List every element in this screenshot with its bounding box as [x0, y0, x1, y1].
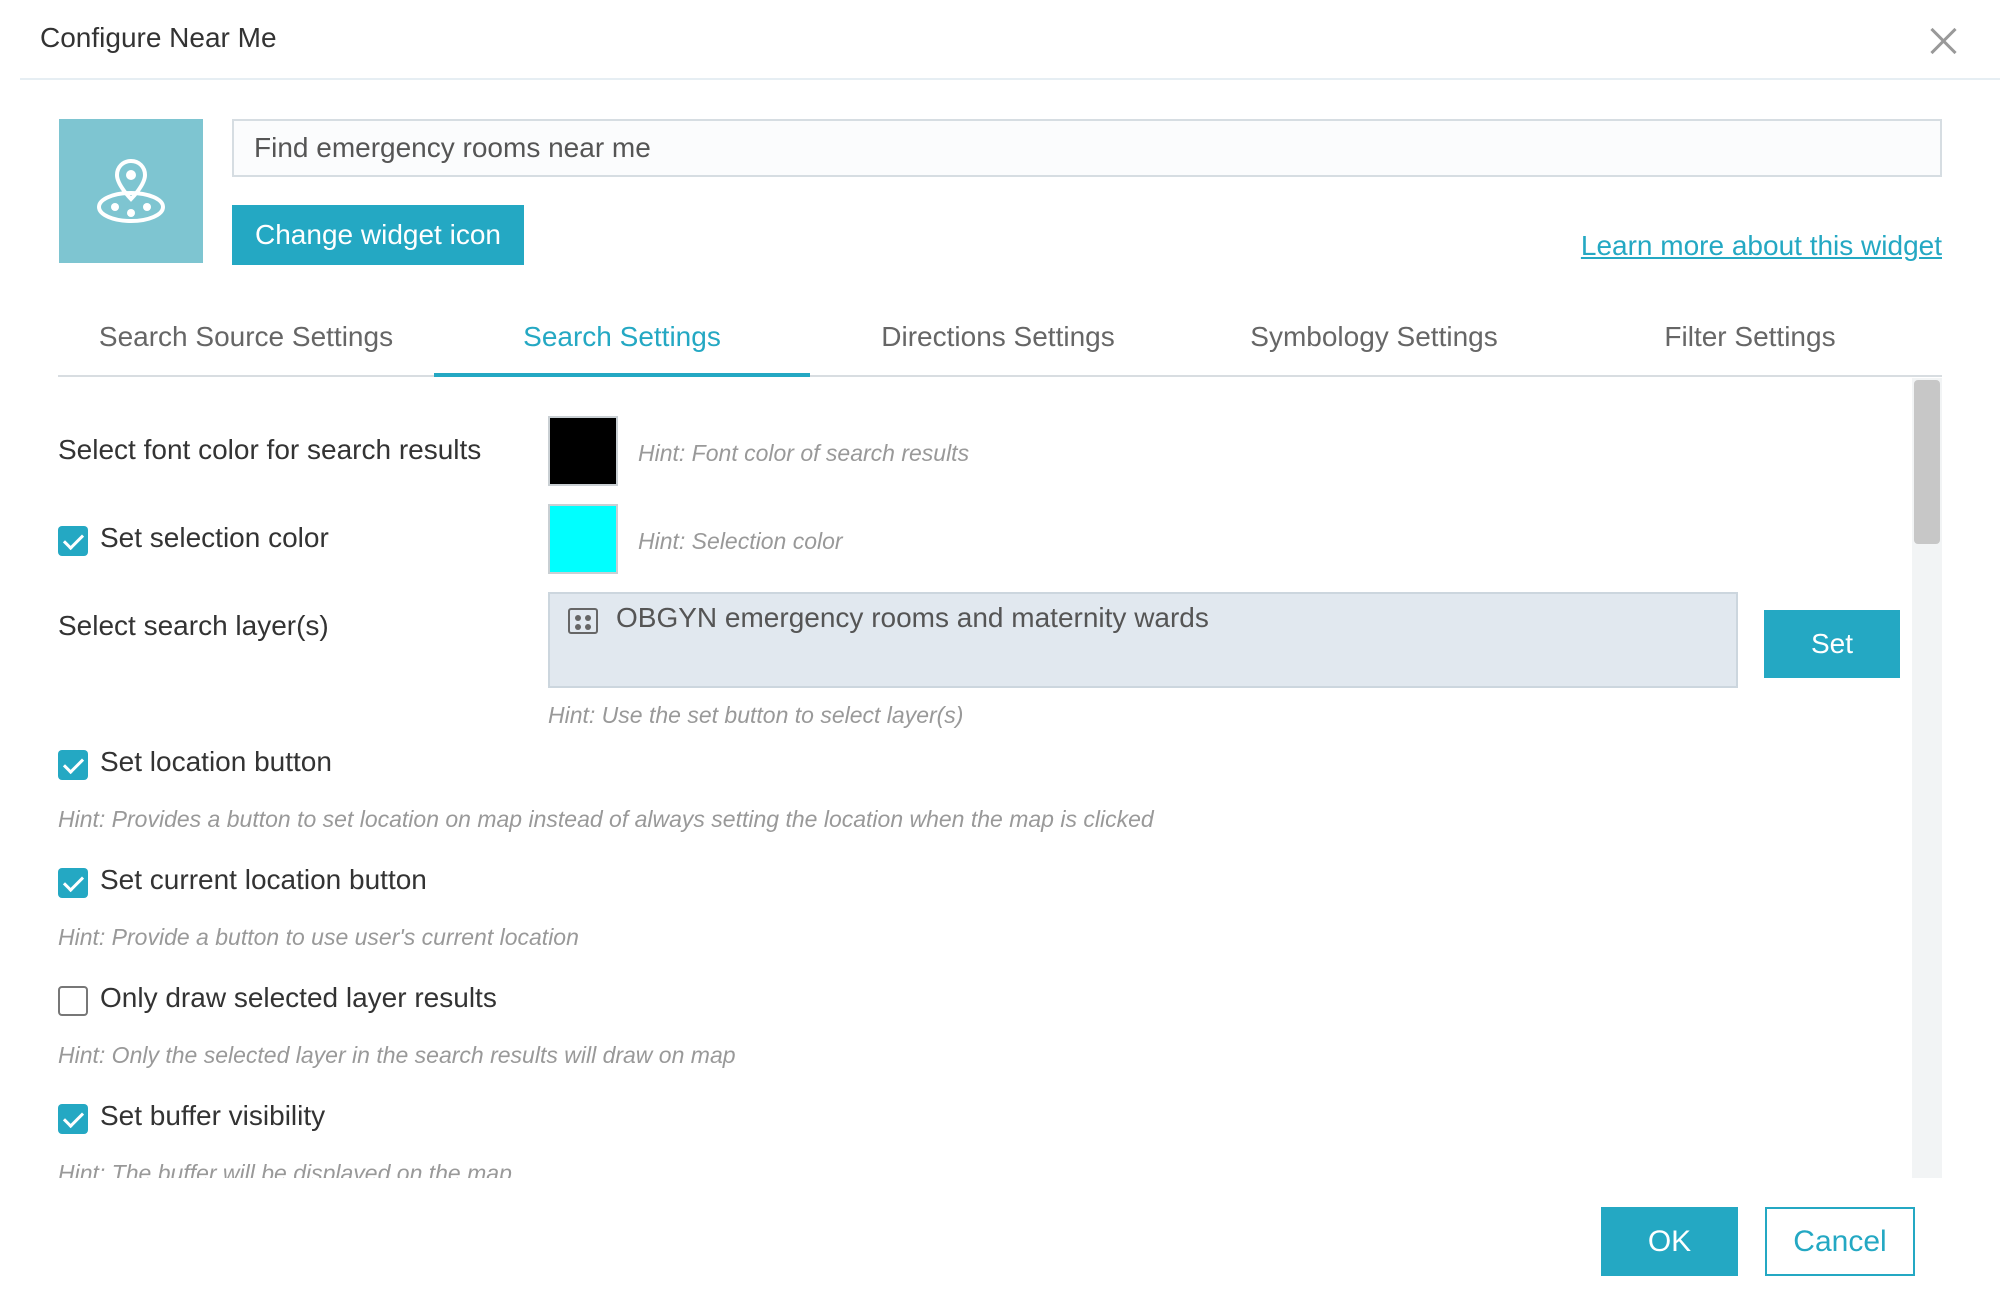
only-draw-selected-label: Only draw selected layer results — [100, 982, 497, 1013]
location-button-label: Set location button — [100, 746, 332, 777]
change-widget-icon-button[interactable]: Change widget icon — [232, 205, 524, 265]
learn-more-link[interactable]: Learn more about this widget — [1581, 230, 1942, 262]
dialog-title: Configure Near Me — [40, 22, 277, 53]
selection-color-checkbox[interactable] — [58, 526, 88, 556]
scrollbar-thumb[interactable] — [1914, 380, 1940, 544]
ok-button[interactable]: OK — [1601, 1207, 1738, 1276]
current-location-hint: Hint: Provide a button to use user's cur… — [58, 924, 579, 950]
selection-color-swatch[interactable] — [548, 504, 618, 574]
configure-dialog: Configure Near Me Change widget icon Lea… — [0, 0, 2000, 1307]
layer-icon — [568, 608, 598, 634]
selection-color-label: Set selection color — [100, 522, 329, 553]
tab-search-settings[interactable]: Search Settings — [434, 305, 810, 377]
search-layers-label: Select search layer(s) — [58, 610, 329, 641]
current-location-checkbox[interactable] — [58, 868, 88, 898]
font-color-swatch[interactable] — [548, 416, 618, 486]
buffer-visibility-checkbox[interactable] — [58, 1104, 88, 1134]
buffer-visibility-hint: Hint: The buffer will be displayed on th… — [58, 1160, 512, 1178]
tab-filter-settings[interactable]: Filter Settings — [1562, 305, 1938, 377]
cancel-button[interactable]: Cancel — [1765, 1207, 1915, 1276]
set-layers-button[interactable]: Set — [1764, 610, 1900, 678]
search-layers-hint: Hint: Use the set button to select layer… — [548, 702, 964, 728]
search-layer-item: OBGYN emergency rooms and maternity ward… — [616, 602, 1209, 633]
tab-symbology-settings[interactable]: Symbology Settings — [1186, 305, 1562, 377]
location-button-checkbox[interactable] — [58, 750, 88, 780]
current-location-label: Set current location button — [100, 864, 427, 895]
search-settings-panel: Select font color for search results Hin… — [58, 378, 1910, 1178]
widget-icon-preview[interactable] — [59, 119, 203, 263]
tab-search-source-settings[interactable]: Search Source Settings — [58, 305, 434, 377]
font-color-label: Select font color for search results — [58, 434, 482, 465]
selection-color-hint: Hint: Selection color — [638, 528, 843, 554]
widget-name-input[interactable] — [232, 119, 1942, 177]
search-layer-list[interactable]: OBGYN emergency rooms and maternity ward… — [548, 592, 1738, 688]
close-icon[interactable] — [1926, 24, 1960, 58]
font-color-hint: Hint: Font color of search results — [638, 440, 970, 466]
only-draw-selected-hint: Hint: Only the selected layer in the sea… — [58, 1042, 736, 1068]
only-draw-selected-checkbox[interactable] — [58, 986, 88, 1016]
tab-directions-settings[interactable]: Directions Settings — [810, 305, 1186, 377]
location-button-hint: Hint: Provides a button to set location … — [58, 806, 1154, 832]
settings-tabs: Search Source Settings Search Settings D… — [58, 305, 1942, 377]
map-pin-icon — [97, 158, 165, 223]
buffer-visibility-label: Set buffer visibility — [100, 1100, 326, 1131]
dialog-title-bar: Configure Near Me — [20, 0, 2000, 80]
